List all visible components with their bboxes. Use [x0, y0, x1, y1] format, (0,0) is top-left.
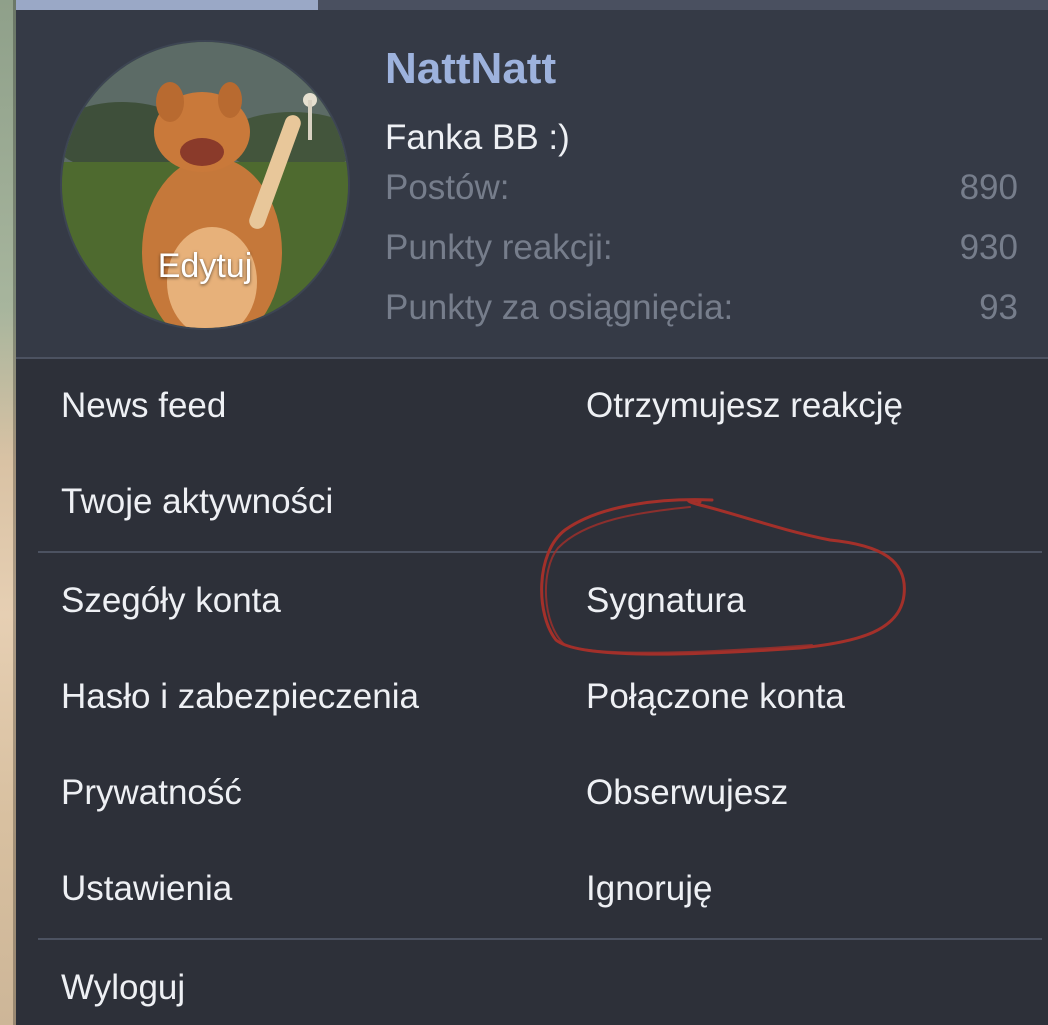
stat-value: 930	[959, 228, 1018, 267]
menu-divider	[38, 938, 1042, 940]
menu-item-following[interactable]: Obserwujesz	[586, 773, 788, 813]
stat-value: 93	[979, 288, 1018, 327]
menu-item-news-feed[interactable]: News feed	[61, 386, 226, 426]
menu-item-connected-accounts[interactable]: Połączone konta	[586, 677, 845, 717]
menu-item-your-activity[interactable]: Twoje aktywności	[61, 482, 333, 522]
header-divider	[16, 357, 1048, 359]
stat-row-posts: Postów: 890	[385, 168, 1018, 214]
menu-item-signature[interactable]: Sygnatura	[586, 581, 746, 621]
stat-row-achievement-points: Punkty za osiągnięcia: 93	[385, 288, 1018, 334]
menu-item-privacy[interactable]: Prywatność	[61, 773, 242, 813]
username[interactable]: NattNatt	[385, 44, 556, 94]
menu-item-ignoring[interactable]: Ignoruję	[586, 869, 712, 909]
menu-item-settings[interactable]: Ustawienia	[61, 869, 232, 909]
tab-bar	[16, 0, 1048, 10]
avatar-edit-label[interactable]: Edytuj	[62, 247, 348, 286]
menu-divider	[38, 551, 1042, 553]
account-menu-panel: Edytuj NattNatt Fanka BB :) Postów: 890 …	[16, 0, 1048, 1025]
menu-item-account-details[interactable]: Szegóły konta	[61, 581, 281, 621]
menu-item-reactions-received[interactable]: Otrzymujesz reakcję	[586, 386, 903, 426]
stat-label: Punkty reakcji:	[385, 228, 613, 267]
stat-label: Postów:	[385, 168, 510, 207]
background-page-strip	[0, 0, 16, 1025]
profile-header: Edytuj NattNatt Fanka BB :) Postów: 890 …	[16, 10, 1048, 358]
stat-value: 890	[959, 168, 1018, 207]
menu-item-logout[interactable]: Wyloguj	[61, 968, 185, 1008]
user-title: Fanka BB :)	[385, 118, 570, 157]
menu-item-password-security[interactable]: Hasło i zabezpieczenia	[61, 677, 419, 717]
tab-bar-active-indicator	[16, 0, 318, 10]
avatar[interactable]: Edytuj	[62, 42, 348, 328]
stat-label: Punkty za osiągnięcia:	[385, 288, 734, 327]
stat-row-reaction-points: Punkty reakcji: 930	[385, 228, 1018, 274]
